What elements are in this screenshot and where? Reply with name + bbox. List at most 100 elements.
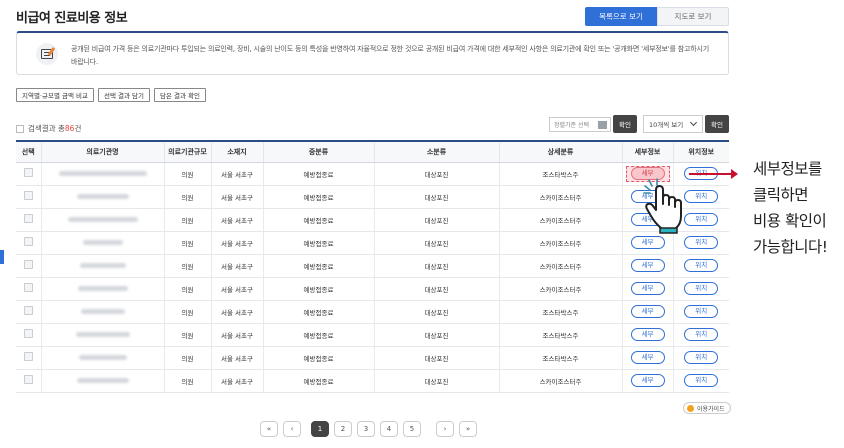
facility-name-cell[interactable] xyxy=(40,231,164,255)
pagination: « ‹ 1 2 3 4 5 › » xyxy=(260,421,482,437)
page-1-button[interactable]: 1 xyxy=(311,421,329,437)
detail-button[interactable]: 세부 xyxy=(630,328,665,341)
notice-text: 공개된 비급여 가격 등은 의료기관마다 투입되는 의료인력, 장비, 시술의 … xyxy=(71,45,709,66)
notice-box: 공개된 비급여 가격 등은 의료기관마다 투입되는 의료인력, 장비, 시술의 … xyxy=(16,31,729,75)
row-checkbox[interactable] xyxy=(23,283,33,292)
callout-arrow-icon xyxy=(731,169,738,179)
sort-dropdown-icon xyxy=(598,120,607,129)
facility-location-cell: 서울 서초구 xyxy=(210,208,263,232)
region-compare-button[interactable]: 지역별·규모별 금액 비교 xyxy=(16,88,94,102)
page-2-button[interactable]: 2 xyxy=(334,421,352,437)
detail-category-cell: 스카이조스터주 xyxy=(498,277,622,301)
mid-category-cell: 예방접종료 xyxy=(262,208,374,232)
row-select-cell xyxy=(16,185,41,209)
next-page-button[interactable]: › xyxy=(436,421,454,437)
facility-name-cell[interactable] xyxy=(40,185,164,209)
facility-name-cell[interactable] xyxy=(40,346,164,370)
page-5-button[interactable]: 5 xyxy=(403,421,421,437)
sub-category-cell: 대상포진 xyxy=(373,323,499,347)
per-page-select[interactable]: 10개씩 보기 xyxy=(643,115,703,133)
map-view-button[interactable]: 지도로 보기 xyxy=(657,7,729,26)
location-button[interactable]: 위치 xyxy=(684,259,719,272)
row-checkbox[interactable] xyxy=(23,214,33,223)
detail-info-cell: 세부 xyxy=(621,254,673,278)
facility-name-cell[interactable] xyxy=(40,208,164,232)
detail-button[interactable]: 세부 xyxy=(630,374,665,387)
header-select: 선택 xyxy=(16,141,41,163)
row-checkbox[interactable] xyxy=(23,375,33,384)
detail-button[interactable]: 세부 xyxy=(630,259,665,272)
select-all-checkbox[interactable] xyxy=(16,124,24,133)
mid-category-cell: 예방접종료 xyxy=(262,277,374,301)
location-button[interactable]: 위치 xyxy=(684,305,719,318)
row-checkbox[interactable] xyxy=(23,260,33,269)
prev-page-button[interactable]: ‹ xyxy=(283,421,301,437)
mid-category-cell: 예방접종료 xyxy=(262,162,374,186)
table-row: 의원 서울 서초구 예방접종료 대상포진 스카이조스터주 세부 위치 xyxy=(16,254,729,278)
detail-category-cell: 스카이조스터주 xyxy=(498,208,622,232)
detail-button[interactable]: 세부 xyxy=(630,351,665,364)
facility-name-cell[interactable] xyxy=(40,300,164,324)
sub-category-cell: 대상포진 xyxy=(373,277,499,301)
sort-select[interactable]: 정렬기준 선택 xyxy=(549,116,611,132)
list-view-button[interactable]: 목록으로 보기 xyxy=(585,7,657,26)
result-count: 검색결과 총 86 건 xyxy=(16,123,81,134)
detail-button[interactable]: 세부 xyxy=(630,236,665,249)
location-button[interactable]: 위치 xyxy=(684,282,719,295)
facility-size-cell: 의원 xyxy=(163,300,211,324)
facility-name-cell[interactable] xyxy=(40,254,164,278)
result-prefix: 검색결과 총 xyxy=(28,124,65,133)
facility-name-cell[interactable] xyxy=(40,323,164,347)
sub-category-cell: 대상포진 xyxy=(373,369,499,393)
location-info-cell: 위치 xyxy=(672,254,729,278)
document-edit-icon xyxy=(36,43,58,65)
action-buttons: 지역별·규모별 금액 비교 선택 결과 담기 담은 결과 확인 xyxy=(16,88,207,102)
location-button[interactable]: 위치 xyxy=(684,190,719,203)
facility-location-cell: 서울 서초구 xyxy=(210,323,263,347)
detail-info-cell: 세부 xyxy=(621,231,673,255)
header-mid-category: 중분류 xyxy=(262,141,374,163)
row-checkbox[interactable] xyxy=(23,191,33,200)
sort-confirm-button[interactable]: 확인 xyxy=(613,115,637,133)
row-checkbox[interactable] xyxy=(23,237,33,246)
location-button[interactable]: 위치 xyxy=(684,236,719,249)
facility-location-cell: 서울 서초구 xyxy=(210,162,263,186)
header-detail-category: 상세분류 xyxy=(498,141,622,163)
page-3-button[interactable]: 3 xyxy=(357,421,375,437)
blurred-facility-name xyxy=(58,170,147,176)
side-tab-marker[interactable] xyxy=(0,250,4,264)
facility-name-cell[interactable] xyxy=(40,277,164,301)
per-page-confirm-button[interactable]: 확인 xyxy=(705,115,729,133)
first-page-button[interactable]: « xyxy=(260,421,278,437)
location-button[interactable]: 위치 xyxy=(684,351,719,364)
row-checkbox[interactable] xyxy=(23,306,33,315)
table-row: 의원서울 서초구예방접종료대상포진조스타박스주 세부 위치 xyxy=(16,300,729,324)
facility-size-cell: 의원 xyxy=(163,162,211,186)
detail-button[interactable]: 세부 xyxy=(630,305,665,318)
row-checkbox[interactable] xyxy=(23,168,33,177)
save-selection-button[interactable]: 선택 결과 담기 xyxy=(98,88,151,102)
location-button[interactable]: 위치 xyxy=(684,328,719,341)
per-page-value: 10개씩 보기 xyxy=(649,121,684,129)
row-checkbox[interactable] xyxy=(23,352,33,361)
view-saved-button[interactable]: 담은 결과 확인 xyxy=(154,88,207,102)
detail-button[interactable]: 세부 xyxy=(630,282,665,295)
table-row: 의원서울 서초구예방접종료대상포진조스타박스주 세부 위치 xyxy=(16,323,729,347)
facility-size-cell: 의원 xyxy=(163,185,211,209)
location-button[interactable]: 위치 xyxy=(684,374,719,387)
facility-size-cell: 의원 xyxy=(163,231,211,255)
user-guide-button[interactable]: 이용가이드 xyxy=(683,402,731,414)
header-location: 소재지 xyxy=(210,141,263,163)
sub-category-cell: 대상포진 xyxy=(373,346,499,370)
callout-line xyxy=(689,173,733,175)
location-button[interactable]: 위치 xyxy=(684,213,719,226)
row-checkbox[interactable] xyxy=(23,329,33,338)
last-page-button[interactable]: » xyxy=(459,421,477,437)
row-select-cell xyxy=(16,254,41,278)
facility-name-cell[interactable] xyxy=(40,369,164,393)
detail-info-cell: 세부 xyxy=(621,346,673,370)
page-4-button[interactable]: 4 xyxy=(380,421,398,437)
detail-category-cell: 조스타박스주 xyxy=(498,346,622,370)
facility-name-cell[interactable] xyxy=(40,162,164,186)
result-suffix: 건 xyxy=(74,124,82,133)
